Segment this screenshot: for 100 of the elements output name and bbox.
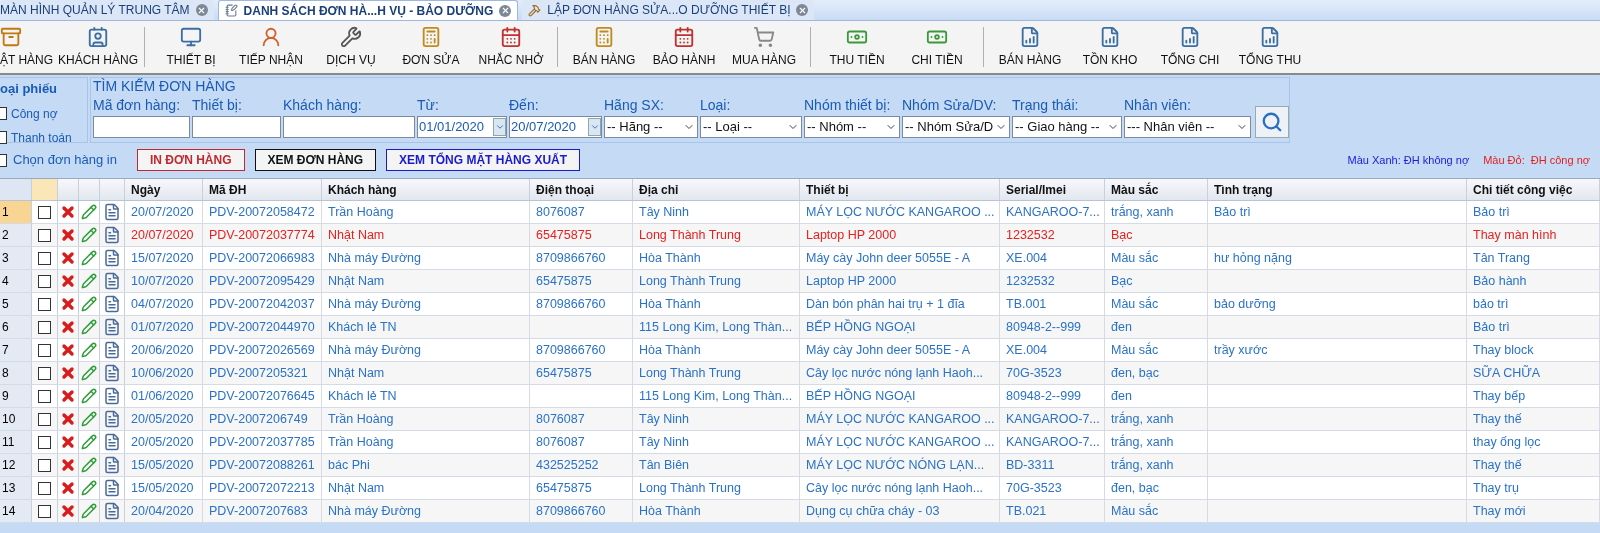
search-button[interactable] — [1255, 106, 1289, 138]
column-header[interactable]: Khách hàng — [322, 179, 530, 200]
table-cell: 01/06/2020 — [125, 385, 203, 407]
dropdown-icon — [494, 122, 505, 132]
column-header[interactable]: Địa chỉ — [633, 179, 800, 200]
table-row[interactable]: 10 20/05/2020 PDV-2007206749 Trần Hoàng 8076087 Tây Ninh MÁY LỌC NƯỚC KANGAROO ... KANGAROO-7... trắng, xanh Thay thế — [0, 408, 1600, 431]
table-row[interactable]: 13 15/05/2020 PDV-20072072213 Nhật Nam 65475875 Long Thành Trung Cây lọc nước nóng lạnh Haoh... 70G-3523 đen, bạc Thay trụ — [0, 477, 1600, 500]
close-icon[interactable] — [195, 4, 208, 16]
table-cell: Trần Hoàng — [322, 431, 530, 453]
dropdown[interactable]: -- Loại -- — [700, 116, 802, 138]
checkbox[interactable] — [38, 366, 51, 380]
table-row[interactable]: 6 01/07/2020 PDV-20072044970 Khách lẻ TN 115 Long Kim, Long Thàn... BẾP HỒNG NGOẠI 80948-2--999 đen Bảo trì — [0, 316, 1600, 339]
input-field[interactable] — [93, 116, 190, 138]
column-header[interactable]: Tình trạng — [1208, 179, 1467, 200]
input-field[interactable] — [283, 116, 415, 138]
table-row[interactable]: 4 10/07/2020 PDV-20072095429 Nhật Nam 65475875 Long Thành Trung Laptop HP 2000 1232532 Bạc Bảo hành — [0, 270, 1600, 293]
table-cell: XE.004 — [1000, 247, 1105, 269]
action-button[interactable]: XEM TỔNG MẶT HÀNG XUẤT — [386, 149, 581, 171]
date-field[interactable]: 20/07/2020 — [509, 116, 602, 138]
table-row[interactable]: 3 15/07/2020 PDV-20072066983 Nhà máy Đường 8709866760 Hòa Thành Máy cày John deer 5055E - A XE.004 Màu sắc hư hỏng nặng Tân Trang — [0, 247, 1600, 270]
field-label: Khách hàng: — [283, 96, 363, 115]
toolbar-button[interactable]: DỊCH VỤ — [311, 22, 391, 72]
toolbar-button[interactable]: CHI TIỀN — [897, 22, 977, 72]
field-label: Loại: — [700, 96, 732, 115]
checkbox[interactable] — [38, 389, 51, 403]
table-cell: 10/06/2020 — [125, 362, 203, 384]
toolbar-button[interactable]: TỒN KHO — [1070, 22, 1150, 72]
calculator-icon — [420, 25, 442, 48]
toolbar-button[interactable]: BẢO HÀNH — [644, 22, 724, 72]
table-cell: Long Thành Trung — [633, 362, 800, 384]
field-label: Đến: — [509, 96, 540, 115]
action-button[interactable]: XEM ĐƠN HÀNG — [254, 149, 377, 171]
checkbox[interactable] — [38, 297, 51, 311]
table-cell: Nhà máy Đường — [322, 293, 530, 315]
table-row[interactable]: 1 20/07/2020 PDV-20072058472 Trần Hoàng 8076087 Tây Ninh MÁY LỌC NƯỚC KANGAROO ... KANGAROO-7... trắng, xanh Bảo trì Bảo trì — [0, 201, 1600, 224]
table-row[interactable]: 14 20/04/2020 PDV-2007207683 Nhà máy Đường 8709866760 Hòa Thành Dụng cụ chữa cháy - 03 TB.021 Màu sắc Thay mới — [0, 500, 1600, 523]
table-cell: PDV-2007206749 — [203, 408, 322, 430]
column-header[interactable]: Mã ĐH — [203, 179, 322, 200]
checkbox[interactable] — [38, 251, 51, 265]
table-cell: Tây Ninh — [633, 201, 800, 223]
column-header[interactable]: Điện thoại — [530, 179, 633, 200]
table-row[interactable]: 2 20/07/2020 PDV-20072037774 Nhật Nam 65475875 Long Thành Trung Laptop HP 2000 1232532 Bạc Thay màn hình — [0, 224, 1600, 247]
toolbar-button[interactable]: BÁN HÀNG — [564, 22, 644, 72]
tab[interactable]: DANH SÁCH ĐƠN HÀ...H VỤ - BẢO DƯỠNG — [217, 0, 519, 20]
column-header[interactable]: Ngày — [125, 179, 203, 200]
dropdown[interactable]: -- Nhóm -- — [804, 116, 900, 138]
row-number: 9 — [0, 385, 32, 407]
field-label: Thiết bị: — [192, 96, 243, 115]
dropdown[interactable]: -- Hãng -- — [604, 116, 698, 138]
checkbox[interactable] — [38, 435, 51, 449]
dropdown[interactable]: -- Giao hàng -- — [1012, 116, 1122, 138]
toolbar-button[interactable]: MUA HÀNG — [724, 22, 804, 72]
toolbar-button[interactable]: NHẮC NHỞ — [471, 22, 551, 72]
checkbox[interactable] — [38, 320, 51, 334]
checkbox[interactable] — [38, 412, 51, 426]
checkbox[interactable] — [38, 274, 51, 288]
table-row[interactable]: 12 15/05/2020 PDV-20072088261 bác Phi 432525252 Tân Biên MÁY LỌC NƯỚC NÓNG LẠN... BD-3311 trắng, xanh Thay thế — [0, 454, 1600, 477]
input-field[interactable] — [192, 116, 281, 138]
checkbox[interactable] — [38, 481, 51, 495]
close-icon[interactable] — [499, 4, 512, 17]
date-field[interactable]: 01/01/2020 — [417, 116, 507, 138]
table-cell: Nhà máy Đường — [322, 247, 530, 269]
column-header[interactable]: Thiết bị — [800, 179, 1000, 200]
toolbar-button[interactable]: THIẾT BỊ — [151, 22, 231, 72]
toolbar-button[interactable]: KHÁCH HÀNG — [58, 22, 138, 72]
toolbar-button[interactable]: TIẾP NHẬN — [231, 22, 311, 72]
column-header[interactable]: Serial/Imei — [1000, 179, 1105, 200]
checkbox[interactable] — [38, 504, 51, 518]
column-header[interactable]: Màu sắc — [1105, 179, 1208, 200]
toolbar-button[interactable]: TỔNG CHI — [1150, 22, 1230, 72]
toolbar-button[interactable]: TỔNG THU — [1230, 22, 1310, 72]
table-cell: 15/05/2020 — [125, 454, 203, 476]
column-header[interactable]: Chi tiết công việc — [1467, 179, 1600, 200]
table-cell: Nhật Nam — [322, 362, 530, 384]
table-cell: Cây lọc nước nóng lạnh Haoh... — [800, 362, 1000, 384]
dropdown[interactable]: -- Nhóm Sửa/D — [902, 116, 1010, 138]
table-cell: Dàn bón phân hai trụ + 1 đĩa — [800, 293, 1000, 315]
tab[interactable]: MÀN HÌNH QUẢN LÝ TRUNG TÂM — [0, 0, 214, 20]
report-icon — [1019, 25, 1041, 48]
tab[interactable]: LẬP ĐƠN HÀNG SỬA...O DƯỠNG THIẾT BỊ — [522, 0, 815, 20]
table-row[interactable]: 9 01/06/2020 PDV-20072076645 Khách lẻ TN 115 Long Kim, Long Thàn... BẾP HỒNG NGOẠI 80948-2--999 đen Thay bếp — [0, 385, 1600, 408]
close-icon[interactable] — [796, 4, 809, 16]
table-row[interactable]: 11 20/05/2020 PDV-20072037785 Trần Hoàng 8076087 Tây Ninh MÁY LỌC NƯỚC KANGAROO ... KANGAROO-7... trắng, xanh thay ống lọc — [0, 431, 1600, 454]
toolbar-button[interactable]: ĐƠN SỬA — [391, 22, 471, 72]
table-cell: Thay bếp — [1467, 385, 1600, 407]
table-row[interactable]: 7 20/06/2020 PDV-20072026569 Nhà máy Đường 8709866760 Hòa Thành Máy cày John deer 5055E - A XE.004 Màu sắc trầy xước Thay block — [0, 339, 1600, 362]
checkbox[interactable] — [38, 458, 51, 472]
action-button[interactable]: IN ĐƠN HÀNG — [136, 149, 245, 171]
toolbar-button[interactable]: BÁN HÀNG — [990, 22, 1070, 72]
checkbox[interactable] — [38, 228, 51, 242]
checkbox[interactable] — [38, 205, 51, 219]
table-cell: 10/07/2020 — [125, 270, 203, 292]
table-row[interactable]: 5 04/07/2020 PDV-20072042037 Nhà máy Đường 8709866760 Hòa Thành Dàn bón phân hai trụ + 1 đĩa TB.001 Màu sắc bảo dưỡng bảo trì — [0, 293, 1600, 316]
toolbar-button[interactable]: ẬT HÀNG — [0, 22, 58, 72]
table-row[interactable]: 8 10/06/2020 PDV-2007205321 Nhật Nam 65475875 Long Thành Trung Cây lọc nước nóng lạnh Haoh... 70G-3523 đen, bạc SỮA CHỮA — [0, 362, 1600, 385]
checkbox[interactable] — [38, 343, 51, 357]
toolbar-button[interactable]: THU TIỀN — [817, 22, 897, 72]
row-number: 11 — [0, 431, 32, 453]
dropdown[interactable]: --- Nhân viên -- — [1124, 116, 1251, 138]
table-cell: 65475875 — [530, 270, 633, 292]
